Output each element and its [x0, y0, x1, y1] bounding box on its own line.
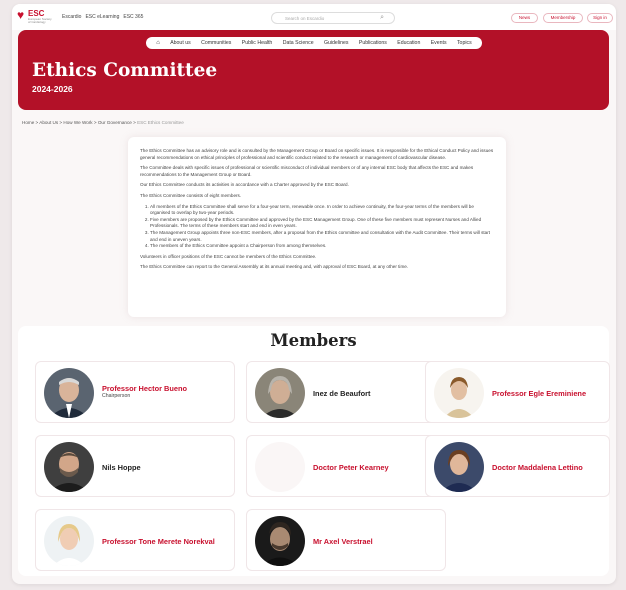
content-card: The Ethics Committee has an advisory rol… [128, 137, 506, 317]
member-name: Nils Hoppe [102, 463, 141, 472]
page-title: Ethics Committee [32, 60, 218, 81]
heart-icon: ♥ [17, 8, 25, 22]
nav-about-us[interactable]: About us [170, 40, 190, 46]
member-name: Doctor Maddalena Lettino [492, 463, 583, 472]
nav-events[interactable]: Events [431, 40, 447, 46]
member-role: Chairperson [102, 393, 131, 399]
member-card[interactable]: Professor Hector Bueno Chairperson [35, 361, 235, 423]
logo-subtitle: European Society of Cardiology [28, 17, 52, 24]
list-item: Five members are proposed by the Ethics … [150, 217, 494, 230]
member-card[interactable]: Professor Tone Merete Norekval [35, 509, 235, 571]
nav-public-health[interactable]: Public Health [242, 40, 273, 46]
page-years: 2024-2026 [32, 84, 73, 94]
members-section: Members Professor Hector Bueno Chairpers… [18, 326, 610, 576]
member-photo [255, 368, 305, 418]
member-name: Doctor Peter Kearney [313, 463, 389, 472]
member-photo-placeholder [255, 442, 305, 492]
top-links: Escardio ESC eLearning ESC 365 [62, 14, 143, 20]
esc-logo[interactable]: ♥ ESC European Society of Cardiology [17, 9, 55, 26]
news-button[interactable]: News [511, 13, 538, 23]
nav-guidelines[interactable]: Guidelines [324, 40, 349, 46]
paragraph: The Committee deals with specific issues… [140, 165, 474, 177]
breadcrumb-current: ESC Ethics Committee [137, 120, 184, 125]
nav-data-science[interactable]: Data Science [283, 40, 314, 46]
member-name: Mr Axel Verstrael [313, 537, 373, 546]
nav-education[interactable]: Education [397, 40, 420, 46]
paragraph: Our Ethics Committee conducts its activi… [140, 182, 349, 188]
list-item: The members of the Ethics Committee appo… [150, 243, 494, 250]
home-icon[interactable]: ⌂ [156, 40, 160, 46]
paragraph: Volunteers in officer positions of the E… [140, 253, 317, 259]
breadcrumb-how-we-work[interactable]: How We Work [63, 120, 92, 125]
membership-rules-list: All members of the Ethics Committee shal… [150, 204, 494, 250]
member-card[interactable]: Inez de Beaufort [246, 361, 446, 423]
nav-topics[interactable]: Topics [457, 40, 472, 46]
member-name: Professor Hector Bueno [102, 384, 188, 393]
member-photo [434, 442, 484, 492]
nav-publications[interactable]: Publications [359, 40, 387, 46]
member-photo [434, 368, 484, 418]
top-link-escardio[interactable]: Escardio [62, 14, 81, 20]
sign-in-button[interactable]: Sign in [587, 13, 613, 23]
members-heading: Members [270, 331, 357, 350]
page-frame: ♥ ESC European Society of Cardiology Esc… [12, 4, 616, 584]
breadcrumb-about-us[interactable]: About Us [39, 120, 58, 125]
member-card[interactable]: Doctor Peter Kearney [246, 435, 446, 497]
search-icon[interactable]: ⌕ [380, 14, 384, 22]
main-nav: ⌂ About us Communities Public Health Dat… [146, 37, 482, 49]
member-name: Inez de Beaufort [313, 389, 371, 398]
search-placeholder: Search on Escardio [285, 16, 325, 21]
top-bar: ♥ ESC European Society of Cardiology Esc… [12, 4, 616, 30]
breadcrumb-our-governance[interactable]: Our Governance [98, 120, 132, 125]
member-card[interactable]: Nils Hoppe [35, 435, 235, 497]
member-name: Professor Egle Ereminiene [492, 389, 587, 398]
hero-banner: ⌂ About us Communities Public Health Dat… [18, 30, 609, 110]
top-link-esc365[interactable]: ESC 365 [123, 14, 143, 20]
paragraph: The Ethics Committee has an advisory rol… [140, 148, 494, 160]
member-card[interactable]: Professor Egle Ereminiene [425, 361, 610, 423]
list-item: The Management Group appoints three non-… [150, 230, 494, 243]
nav-communities[interactable]: Communities [201, 40, 231, 46]
member-name: Professor Tone Merete Norekval [102, 537, 215, 546]
member-photo [44, 368, 94, 418]
member-photo [255, 516, 305, 566]
list-item: All members of the Ethics Committee shal… [150, 204, 494, 217]
breadcrumb: Home > About Us > How We Work > Our Gove… [22, 120, 184, 125]
member-card[interactable]: Mr Axel Verstrael [246, 509, 446, 571]
paragraph: The Ethics Committee can report to the G… [140, 264, 409, 270]
membership-button[interactable]: Membership [543, 13, 583, 23]
member-photo [44, 442, 94, 492]
breadcrumb-home[interactable]: Home [22, 120, 34, 125]
member-card[interactable]: Doctor Maddalena Lettino [425, 435, 610, 497]
member-photo [44, 516, 94, 566]
top-link-elearning[interactable]: ESC eLearning [85, 14, 119, 20]
search-input[interactable]: Search on Escardio ⌕ [271, 12, 395, 24]
paragraph: The Ethics Committee consists of eight m… [140, 192, 242, 198]
